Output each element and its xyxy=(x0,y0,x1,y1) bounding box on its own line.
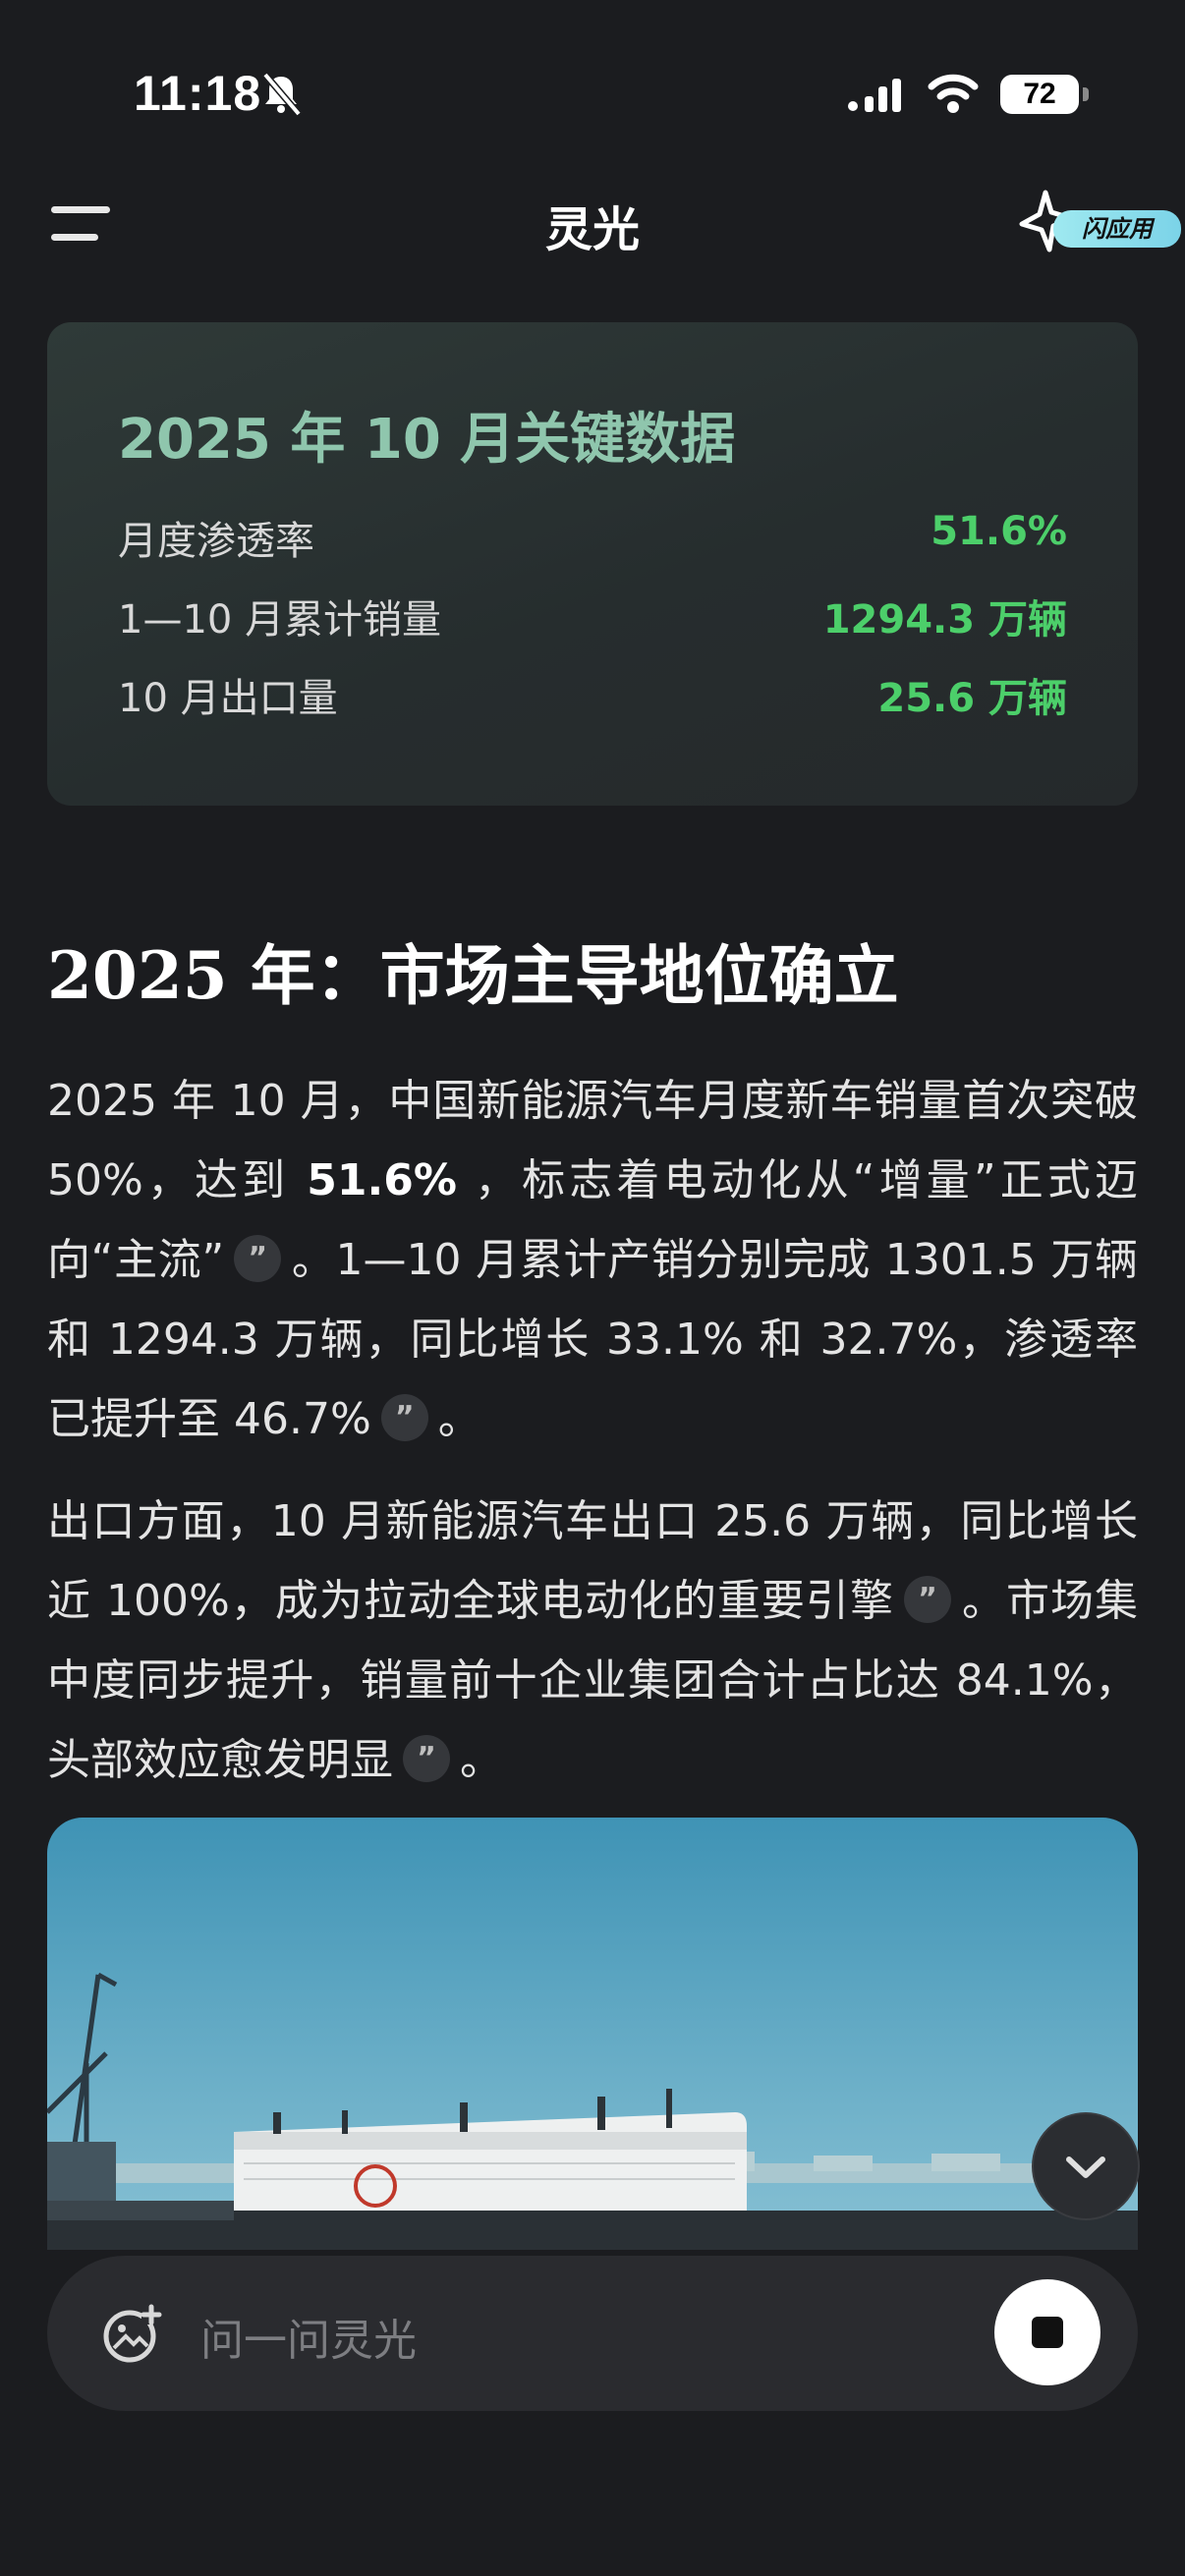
data-label: 月度渗透率 xyxy=(118,519,314,564)
section-heading: 2025 年：市场主导地位确立 xyxy=(47,937,899,1014)
paragraph-2: 出口方面，10 月新能源汽车出口 25.6 万辆，同比增长近 100%，成为拉动… xyxy=(47,1482,1138,1800)
paragraph-text: 。 xyxy=(460,1735,503,1785)
data-row: 10 月出口量 25.6 万辆 xyxy=(118,666,1067,725)
data-label: 1—10 月累计销量 xyxy=(118,597,442,643)
stop-icon xyxy=(1032,2317,1063,2348)
citation-icon[interactable]: ” xyxy=(403,1735,450,1782)
article-image[interactable] xyxy=(47,1818,1138,2250)
data-row: 月度渗透率 51.6% xyxy=(118,509,1067,568)
chevron-down-icon xyxy=(1066,2156,1105,2178)
battery-indicator: 72 xyxy=(1000,75,1089,114)
data-value: 1294.3 万辆 xyxy=(822,597,1067,643)
page-title: 灵光 xyxy=(544,202,640,257)
citation-icon[interactable]: ” xyxy=(380,1394,428,1441)
highlight-value: 51.6% xyxy=(307,1155,457,1205)
wifi-icon xyxy=(928,74,979,113)
flash-app-button[interactable]: 闪应用 xyxy=(1016,189,1181,257)
status-bar: 11:18 72 xyxy=(0,0,1185,187)
data-label: 10 月出口量 xyxy=(118,676,338,721)
card-title: 2025 年 10 月关键数据 xyxy=(118,408,736,472)
port-ship-illustration xyxy=(47,1818,1138,2250)
key-data-card: 2025 年 10 月关键数据 月度渗透率 51.6% 1—10 月累计销量 1… xyxy=(47,322,1138,806)
cellular-signal-icon xyxy=(848,79,901,112)
chat-input-bar: 问一问灵光 xyxy=(47,2256,1138,2411)
flash-app-label: 闪应用 xyxy=(1053,210,1181,248)
citation-icon[interactable]: ” xyxy=(903,1576,951,1623)
paragraph-1: 2025 年 10 月，中国新能源汽车月度新车销量首次突破 50%，达到 51.… xyxy=(47,1061,1138,1459)
paragraph-text: 。 xyxy=(437,1394,481,1444)
data-value: 25.6 万辆 xyxy=(877,676,1067,721)
bell-slash-icon xyxy=(262,72,302,116)
scroll-down-button[interactable] xyxy=(1032,2112,1140,2220)
image-add-icon[interactable] xyxy=(100,2303,163,2364)
data-row: 1—10 月累计销量 1294.3 万辆 xyxy=(118,588,1067,646)
status-time: 11:18 xyxy=(134,66,262,121)
chat-input[interactable]: 问一问灵光 xyxy=(200,2305,417,2368)
stop-button[interactable] xyxy=(994,2279,1100,2385)
citation-icon[interactable]: ” xyxy=(234,1235,282,1282)
data-value: 51.6% xyxy=(931,509,1067,554)
